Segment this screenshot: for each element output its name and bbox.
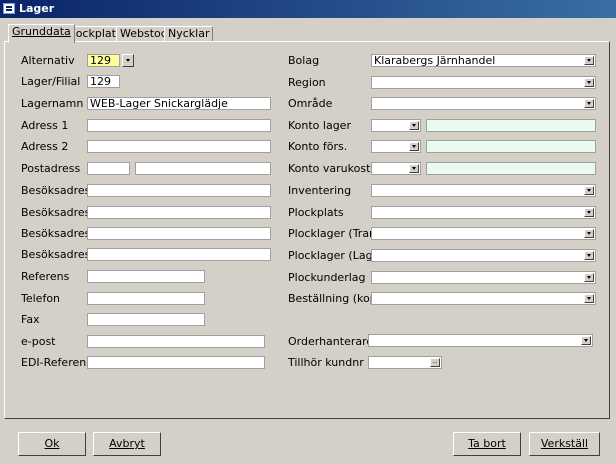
bestallning-combo[interactable] [371, 292, 596, 305]
region-dropdown-icon[interactable] [584, 78, 594, 87]
plockplats-combo[interactable] [371, 206, 596, 219]
plockplats-label: Plockplats [288, 206, 344, 219]
besoksadress4-field[interactable] [87, 248, 271, 261]
plockunderlag-combo[interactable] [371, 271, 596, 284]
plockunderlag-dropdown-icon[interactable] [584, 273, 594, 282]
konto-fors-combo[interactable] [371, 140, 421, 153]
alternativ-dropdown-button[interactable] [122, 54, 134, 67]
postnummer-field[interactable] [87, 162, 130, 175]
orderhanterare-dropdown-icon[interactable] [581, 336, 591, 345]
postadress-label: Postadress [21, 162, 81, 175]
tab-grunddata-label: Grunddata [12, 25, 71, 38]
telefon-label: Telefon [21, 292, 61, 305]
plocklager-transit-dropdown-icon[interactable] [584, 229, 594, 238]
lager-filial-label: Lager/Filial [21, 75, 81, 88]
konto-lager-label: Konto lager [288, 119, 351, 132]
region-combo[interactable] [371, 76, 596, 89]
konto-fors-label: Konto förs. [288, 140, 348, 153]
lager-filial-field[interactable]: 129 [87, 75, 120, 88]
tab-nycklar-label: Nycklar [168, 27, 210, 40]
form-icon [3, 3, 15, 14]
bolag-value: Klarabergs Järnhandel [374, 54, 496, 67]
lookup-ellipsis-icon[interactable]: .. [430, 358, 440, 367]
konto-lager-description [426, 119, 596, 132]
avbryt-button[interactable]: Avbryt [93, 432, 161, 456]
avbryt-button-label: Avbryt [109, 437, 145, 450]
orderhanterare-label: Orderhanterare [288, 335, 374, 348]
tab-grunddata[interactable]: Grunddata [8, 24, 75, 43]
alternativ-field[interactable]: 129 [87, 54, 120, 67]
plocklager-lager-dropdown-icon[interactable] [584, 251, 594, 260]
inventering-label: Inventering [288, 184, 352, 197]
bestallning-dropdown-icon[interactable] [584, 294, 594, 303]
bolag-combo[interactable]: Klarabergs Järnhandel [371, 54, 596, 67]
plockunderlag-label: Plockunderlag [288, 271, 366, 284]
edi-referens-label: EDI-Referens [21, 356, 92, 369]
konto-fors-dropdown-icon[interactable] [409, 142, 419, 151]
adress1-field[interactable] [87, 119, 271, 132]
konto-varukost-label: Konto varukost [288, 162, 371, 175]
window-title: Lager [19, 2, 55, 15]
ta-bort-button[interactable]: Ta bort [453, 432, 521, 456]
plocklager-lager-combo[interactable] [371, 249, 596, 262]
omrade-combo[interactable] [371, 97, 596, 110]
lagernamn-field[interactable]: WEB-Lager Snickarglädje [87, 97, 271, 110]
telefon-field[interactable] [87, 292, 205, 305]
tillhor-kundnr-label: Tillhör kundnr [288, 356, 364, 369]
konto-lager-combo[interactable] [371, 119, 421, 132]
konto-varukost-description [426, 162, 596, 175]
orderhanterare-combo[interactable] [368, 334, 593, 347]
ok-button[interactable]: Ok [18, 432, 86, 456]
verkstall-button-label: Verkställ [540, 437, 589, 450]
epost-label: e-post [21, 335, 56, 348]
ta-bort-button-label: Ta bort [468, 437, 506, 450]
lagernamn-label: Lagernamn [21, 97, 84, 110]
ok-button-label: Ok [44, 437, 60, 450]
plocklager-transit-combo[interactable] [371, 227, 596, 240]
tab-nycklar[interactable]: Nycklar [164, 26, 214, 41]
konto-fors-description [426, 140, 596, 153]
adress1-label: Adress 1 [21, 119, 69, 132]
inventering-dropdown-icon[interactable] [584, 186, 594, 195]
omrade-dropdown-icon[interactable] [584, 99, 594, 108]
bolag-dropdown-icon[interactable] [584, 56, 594, 65]
inventering-combo[interactable] [371, 184, 596, 197]
besoksadress1-field[interactable] [87, 184, 271, 197]
region-label: Region [288, 76, 326, 89]
plockplats-dropdown-icon[interactable] [584, 208, 594, 217]
konto-varukost-dropdown-icon[interactable] [409, 164, 419, 173]
title-bar: Lager [0, 0, 616, 18]
konto-varukost-combo[interactable] [371, 162, 421, 175]
omrade-label: Område [288, 97, 333, 110]
referens-label: Referens [21, 270, 70, 283]
adress2-field[interactable] [87, 140, 271, 153]
besoksadress3-field[interactable] [87, 227, 271, 240]
referens-field[interactable] [87, 270, 205, 283]
konto-lager-dropdown-icon[interactable] [409, 121, 419, 130]
adress2-label: Adress 2 [21, 140, 69, 153]
besoksadress2-field[interactable] [87, 206, 271, 219]
postadress-field[interactable] [135, 162, 271, 175]
verkstall-button[interactable]: Verkställ [529, 432, 600, 456]
bolag-label: Bolag [288, 54, 320, 67]
edi-referens-field[interactable] [87, 356, 265, 369]
alternativ-label: Alternativ [21, 54, 75, 67]
tillhor-kundnr-field[interactable]: .. [368, 356, 442, 369]
fax-field[interactable] [87, 313, 205, 326]
fax-label: Fax [21, 313, 40, 326]
epost-field[interactable] [87, 335, 265, 348]
